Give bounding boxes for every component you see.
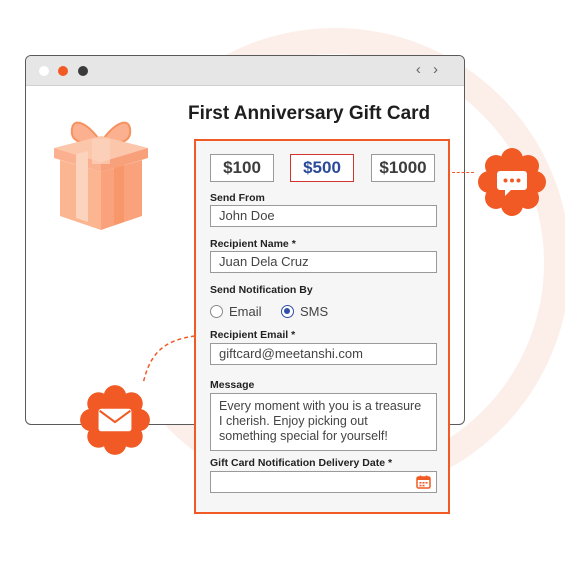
recipient-name-label: Recipient Name * [210,238,296,250]
code-arrows-icon: ‹ › [415,61,442,78]
recipient-email-label: Recipient Email * [210,329,296,341]
delivery-date-label: Gift Card Notification Delivery Date * [210,457,393,469]
sms-connector-line [452,172,474,173]
amount-option-500-selected[interactable]: $500 [290,154,354,182]
email-radio-label[interactable]: Email [229,304,262,319]
send-from-label: Send From [210,192,265,204]
message-label: Message [210,379,255,391]
window-dot-orange[interactable] [58,66,68,76]
sms-radio[interactable] [281,305,294,318]
sms-chat-bubble-icon [478,148,546,216]
window-dot-white[interactable] [39,66,49,76]
amount-option-100[interactable]: $100 [210,154,274,182]
message-textarea[interactable]: Every moment with you is a treasure I ch… [210,393,437,451]
gift-box-icon [54,121,148,230]
recipient-email-field[interactable]: giftcard@meetanshi.com [210,343,437,365]
gift-card-title: First Anniversary Gift Card [188,103,431,124]
amount-option-1000[interactable]: $1000 [371,154,435,182]
send-from-field[interactable]: John Doe [210,205,437,227]
recipient-name-field[interactable]: Juan Dela Cruz [210,251,437,273]
calendar-icon[interactable] [416,475,431,489]
browser-titlebar: ‹ › [26,56,464,86]
email-connector-line [142,335,196,385]
delivery-date-field[interactable] [210,471,437,493]
sms-radio-label[interactable]: SMS [300,304,328,319]
window-dot-dark[interactable] [78,66,88,76]
gift-card-form: $100 $500 $1000 Send From John Doe Recip… [194,139,450,514]
email-radio[interactable] [210,305,223,318]
notification-label: Send Notification By [210,284,313,296]
email-envelope-icon [80,385,150,455]
amount-options: $100 $500 $1000 [210,154,436,182]
